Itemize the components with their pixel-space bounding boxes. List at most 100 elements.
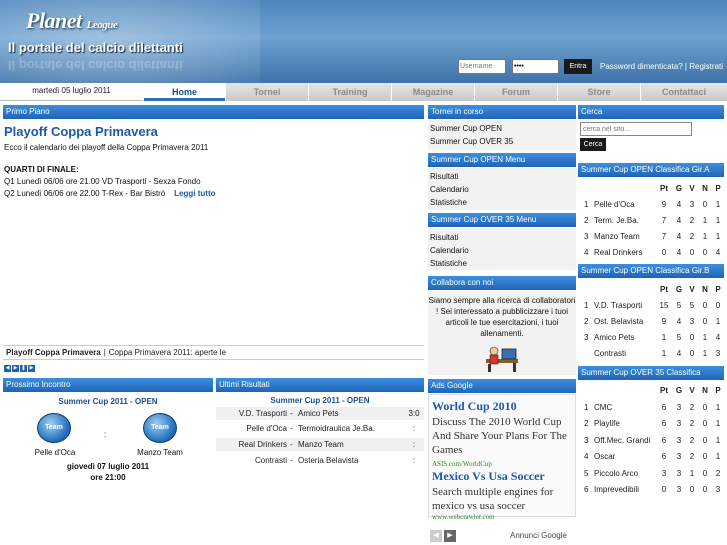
- search-input[interactable]: [580, 122, 692, 136]
- standings-team: Amico Pets: [594, 333, 635, 342]
- standings-pt: 7: [661, 216, 667, 225]
- standings-row[interactable]: 4 Real Drinkers 0 4 0 0 4: [580, 245, 724, 261]
- nav-store[interactable]: Store: [557, 83, 640, 101]
- standings-n: 0: [702, 248, 708, 257]
- standings-n: 0: [702, 200, 708, 209]
- standings-row[interactable]: 3 Off.Mec. Grandi 6 3 2 0 1: [580, 433, 724, 450]
- ad-2-text: Search multiple engines for mexico vs us…: [432, 486, 554, 512]
- standings-p: 1: [715, 200, 721, 209]
- next-icon[interactable]: ▶: [12, 365, 19, 372]
- standings-pt: 6: [661, 452, 667, 461]
- over35-header: Summer Cup OVER 35 Classifica: [578, 366, 724, 380]
- ad-1-title[interactable]: World Cup 2010: [432, 399, 517, 414]
- username-input[interactable]: [458, 59, 506, 74]
- news-tab-2[interactable]: Coppa Primavera 2011: aperte le: [106, 348, 229, 357]
- standings-header-row: Pt G V N P: [580, 282, 724, 298]
- standings-row[interactable]: 4 Oscar 6 3 2 0 1: [580, 449, 724, 466]
- standings-pos: 2: [584, 216, 589, 225]
- standings-row[interactable]: 3 Amico Pets 1 5 0 1 4: [580, 330, 724, 346]
- col-p: P: [715, 386, 721, 395]
- standings-pos: 3: [584, 435, 589, 445]
- nav-tornei[interactable]: Tornei: [225, 83, 308, 101]
- news-tab-1[interactable]: Playoff Coppa Primavera: [3, 348, 104, 357]
- search-button[interactable]: Cerca: [580, 138, 606, 151]
- ad-2-title[interactable]: Mexico Vs Usa Soccer: [432, 469, 545, 484]
- standings-p: 4: [715, 248, 721, 257]
- collabora-header: Collabora con noi: [428, 276, 576, 290]
- standings-row[interactable]: 1 Pelle d'Oca 9 4 3 0 1: [580, 197, 724, 213]
- ads-next-icon[interactable]: ▶: [444, 530, 456, 542]
- ads-prev-icon[interactable]: ◀: [430, 530, 442, 542]
- over35-menu-calendario[interactable]: Calendario: [430, 246, 469, 255]
- standings-p: 3: [715, 485, 721, 494]
- standings-row[interactable]: 3 Manzo Team 7 4 2 1 1: [580, 229, 724, 245]
- ads-by-google[interactable]: Annunci Google: [510, 531, 567, 540]
- standings-n: 0: [702, 452, 708, 461]
- open-menu-risultati[interactable]: Risultati: [430, 172, 458, 181]
- nav-contattaci[interactable]: Contattaci: [640, 83, 727, 101]
- standings-v: 5: [689, 301, 695, 310]
- standings-n: 0: [702, 419, 708, 428]
- col-g: G: [675, 386, 683, 395]
- standings-row[interactable]: 2 Playlife 6 3 2 0 1: [580, 416, 724, 433]
- standings-row[interactable]: 5 Piccolo Arco 3 3 1 0 2: [580, 466, 724, 483]
- account-links[interactable]: Password dimenticata? | Registrati: [600, 62, 723, 71]
- standings-n: 1: [702, 216, 708, 225]
- result-away: Osteria Belavista: [298, 456, 359, 465]
- standings-row[interactable]: 1 V.D. Trasporti 15 5 5 0 0: [580, 298, 724, 314]
- standings-pos: 2: [584, 317, 589, 326]
- col-n: N: [702, 386, 708, 395]
- group-b-table: Pt G V N P 1 V.D. Trasporti 15 5 5 0 0 2 Ost. Belavis…: [580, 282, 724, 362]
- over35-menu-statistiche[interactable]: Statistiche: [430, 259, 467, 268]
- pause-icon[interactable]: ❚: [20, 365, 27, 372]
- ad-2-url[interactable]: www.webcrawler.com: [432, 513, 495, 521]
- standings-v: 0: [689, 248, 695, 257]
- read-more-link[interactable]: Leggi tutto: [174, 189, 215, 198]
- site-logo[interactable]: Planet League: [26, 8, 118, 34]
- tornei-open-link[interactable]: Summer Cup OPEN: [430, 124, 502, 133]
- match-time: ore 21:00: [90, 473, 126, 482]
- standings-g: 4: [676, 200, 682, 209]
- standings-pos: 4: [584, 452, 589, 461]
- standings-row[interactable]: Contrasti 1 4 0 1 3: [580, 346, 724, 362]
- standings-row[interactable]: 6 Imprevedibili 0 3 0 0 3: [580, 482, 724, 499]
- standings-p: 0: [715, 301, 721, 310]
- standings-v: 2: [689, 419, 695, 428]
- standings-n: 0: [702, 485, 708, 494]
- standings-pt: 6: [661, 402, 667, 412]
- ad-1-url[interactable]: ASIS.com/WorldCup: [432, 460, 492, 468]
- nav-forum[interactable]: Forum: [474, 83, 557, 101]
- result-away: Amico Pets: [298, 409, 339, 418]
- open-menu-statistiche[interactable]: Statistiche: [430, 198, 467, 207]
- nav-home[interactable]: Home: [143, 83, 225, 101]
- nav-magazine[interactable]: Magazine: [391, 83, 474, 101]
- standings-g: 3: [676, 402, 682, 412]
- password-input[interactable]: [512, 59, 559, 74]
- standings-n: 0: [702, 435, 708, 445]
- standings-v: 1: [689, 468, 695, 478]
- prev-icon[interactable]: ◀: [4, 365, 11, 372]
- over35-menu-risultati[interactable]: Risultati: [430, 233, 458, 242]
- standings-row[interactable]: 2 Ost. Belavista 9 4 3 0 1: [580, 314, 724, 330]
- article-title[interactable]: Playoff Coppa Primavera: [4, 124, 158, 139]
- standings-pos: 4: [584, 248, 589, 257]
- standings-row[interactable]: 2 Term. Je.Ba. 7 4 2 1 1: [580, 213, 724, 229]
- play-icon[interactable]: ▶: [28, 365, 35, 372]
- tornei-over35-link[interactable]: Summer Cup OVER 35: [430, 137, 513, 146]
- col-g: G: [675, 184, 683, 193]
- login-button[interactable]: Entra: [564, 59, 592, 74]
- away-team-logo: Team: [143, 413, 177, 443]
- standings-n: 0: [702, 468, 708, 478]
- collabora-text: Siamo sempre alla ricerca di collaborato…: [428, 296, 576, 338]
- result-row[interactable]: Real Drinkers - Manzo Team:: [216, 438, 424, 451]
- result-row[interactable]: V.D. Trasporti - Amico Pets 3:0: [216, 407, 424, 420]
- result-row[interactable]: Pelle d'Oca - Termoidraulica Je.Ba.:: [216, 422, 424, 435]
- standings-n: 1: [702, 232, 708, 241]
- standings-p: 1: [715, 232, 721, 241]
- nav-training[interactable]: Training: [308, 83, 391, 101]
- result-dash: -: [290, 424, 293, 433]
- result-row[interactable]: Contrasti - Osteria Belavista:: [216, 454, 424, 467]
- open-menu-calendario[interactable]: Calendario: [430, 185, 469, 194]
- standings-row[interactable]: 1 CMC 6 3 2 0 1: [580, 400, 724, 417]
- slider-controls: ◀ ▶ ❚ ▶: [4, 365, 35, 372]
